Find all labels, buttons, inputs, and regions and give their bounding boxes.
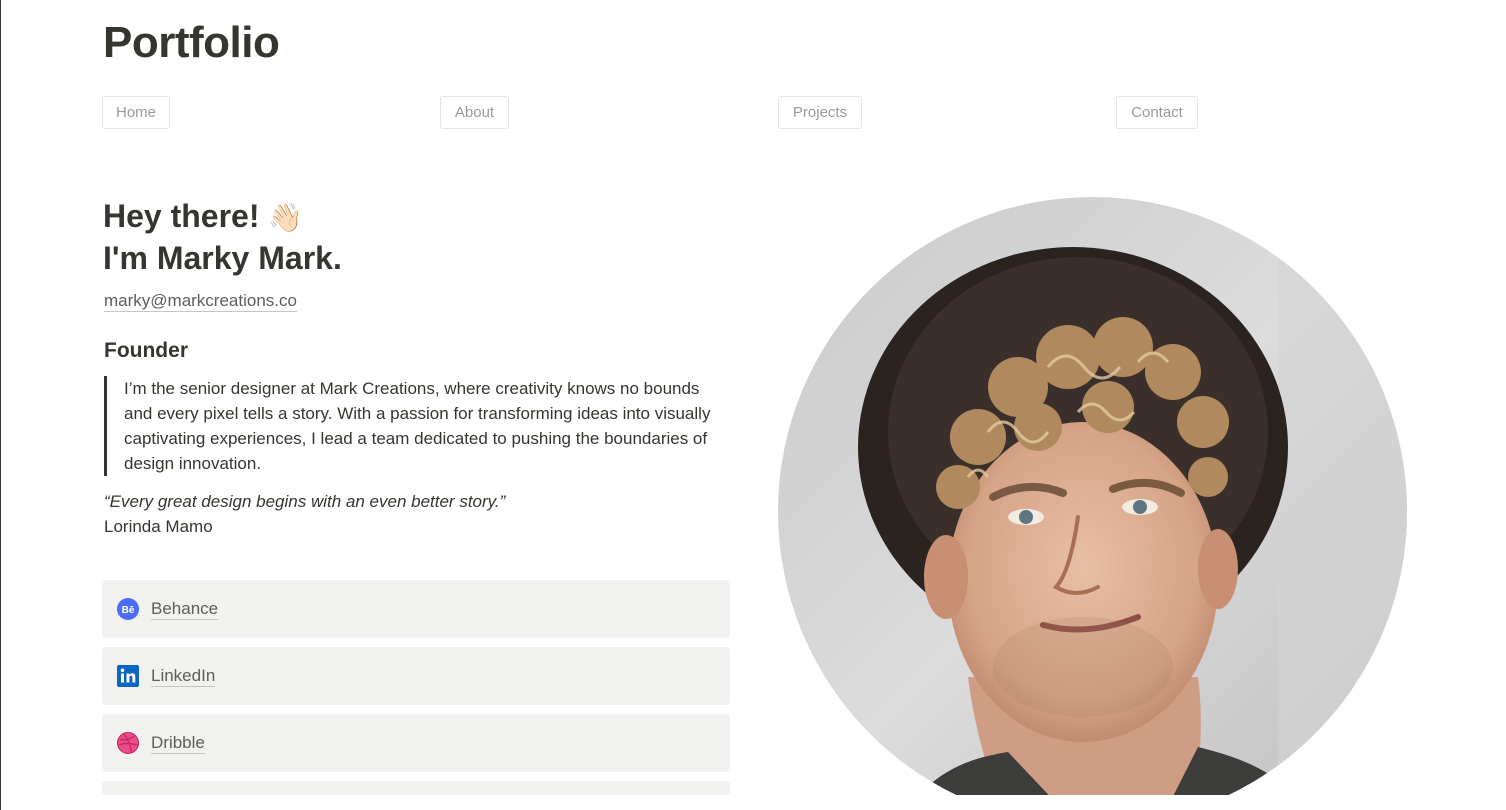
dribbble-link-card[interactable]: Dribble — [102, 714, 730, 772]
page-title: Portfolio — [103, 18, 280, 67]
behance-link-label[interactable]: Behance — [151, 599, 219, 620]
photo-bottom-mask — [778, 795, 1478, 810]
nav-contact-button[interactable]: Contact — [1116, 96, 1198, 129]
behance-link-card[interactable]: Bē Behance — [102, 580, 730, 638]
email-link[interactable]: marky@markcreations.co — [104, 291, 297, 312]
dribbble-link-label[interactable]: Dribble — [151, 733, 205, 754]
linkedin-link-label[interactable]: LinkedIn — [151, 666, 216, 687]
dribbble-icon — [117, 732, 139, 754]
nav-projects-button[interactable]: Projects — [778, 96, 862, 129]
profile-photo — [778, 197, 1407, 810]
portfolio-page: Portfolio Home About Projects Contact He… — [0, 0, 1506, 810]
bio-quote-block: I’m the senior designer at Mark Creation… — [104, 376, 714, 476]
quote-text: “Every great design begins with an even … — [104, 492, 506, 511]
waving-hand-icon: 👋🏻 — [268, 201, 304, 234]
nav-about-button[interactable]: About — [440, 96, 509, 129]
name-line: I'm Marky Mark. — [103, 240, 342, 276]
greeting-text: Hey there! — [103, 198, 260, 234]
partial-link-card[interactable] — [102, 781, 730, 795]
role-heading: Founder — [104, 339, 188, 362]
svg-text:Bē: Bē — [122, 605, 135, 616]
behance-icon: Bē — [117, 598, 139, 620]
nav-home-button[interactable]: Home — [102, 96, 170, 129]
bio-text: I’m the senior designer at Mark Creation… — [124, 379, 711, 473]
linkedin-icon — [117, 665, 139, 687]
intro-heading: Hey there! 👋🏻 I'm Marky Mark. — [103, 196, 342, 279]
quote-author: Lorinda Mamo — [104, 517, 213, 536]
linkedin-link-card[interactable]: LinkedIn — [102, 647, 730, 705]
